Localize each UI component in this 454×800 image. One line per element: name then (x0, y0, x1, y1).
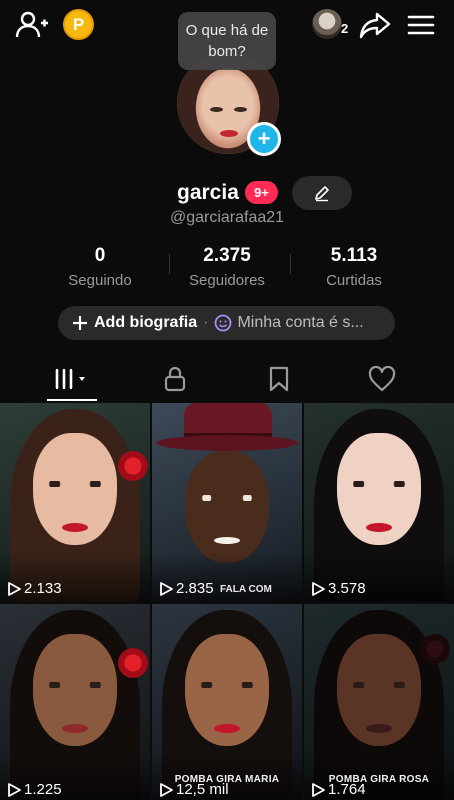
add-user-icon[interactable] (14, 8, 50, 42)
bookmark-icon (269, 366, 289, 392)
video-thumbnail[interactable]: POMBA GIRA ROSA 1.764 (304, 604, 454, 800)
heart-icon (368, 366, 396, 392)
view-count-text: 12,5 mil (176, 781, 229, 798)
avatar-eye (234, 107, 247, 112)
dark-rose-decoration (420, 634, 450, 664)
friends-avatar[interactable] (312, 9, 342, 39)
play-icon (312, 581, 325, 596)
thumb-eyes (350, 481, 408, 487)
rose-decoration (118, 451, 148, 481)
thumb-lips (366, 523, 392, 532)
stat-likes[interactable]: 5.113 Curtidas (294, 245, 414, 289)
thumb-face (185, 451, 269, 563)
view-count-text: 2.835 (176, 580, 214, 597)
video-thumbnail[interactable]: POMBA GIRA MARIA 12,5 mil (152, 604, 302, 800)
stat-label: Seguindo (68, 272, 132, 289)
tab-private[interactable] (145, 358, 205, 400)
tab-saved[interactable] (249, 358, 309, 400)
stat-value: 5.113 (330, 245, 378, 266)
thumb-lips (62, 523, 88, 532)
rose-decoration (118, 648, 148, 678)
edit-profile-button[interactable] (292, 176, 352, 210)
tab-liked[interactable] (352, 358, 412, 400)
play-icon (160, 782, 173, 797)
active-tab-indicator (47, 399, 97, 401)
thumb-eyes (46, 481, 104, 487)
view-count: 2.133 (7, 580, 62, 597)
view-count: 1.225 (7, 781, 62, 798)
thumb-lips (214, 724, 240, 733)
stat-label: Seguidores (189, 272, 265, 289)
play-icon (312, 782, 325, 797)
video-thumbnail[interactable]: FALA COM 2.835 (152, 403, 302, 602)
smile-icon (215, 314, 232, 332)
menu-icon[interactable] (404, 10, 438, 40)
thumb-eyes (350, 682, 408, 688)
view-count: 2.835 (159, 580, 214, 597)
stat-value: 2.375 (203, 245, 251, 266)
stat-following[interactable]: 0 Seguindo (40, 245, 160, 289)
avatar-eye (210, 107, 223, 112)
friend-count: 2 (341, 21, 349, 36)
stat-divider (290, 254, 291, 274)
stat-value: 0 (94, 245, 106, 266)
separator: · (203, 314, 209, 331)
thumb-smile (214, 537, 240, 544)
tab-videos[interactable] (42, 358, 102, 400)
thumb-lips (62, 724, 88, 733)
video-overlay-text: FALA COM (220, 584, 272, 595)
stat-followers[interactable]: 2.375 Seguidores (167, 245, 287, 289)
view-count-text: 1.764 (328, 781, 366, 798)
view-count-text: 1.225 (24, 781, 62, 798)
video-thumbnail[interactable]: 3.578 (304, 403, 454, 602)
status-bubble[interactable]: O que há de bom? (178, 12, 276, 70)
avatar-lips (220, 130, 238, 137)
plus-icon (73, 316, 87, 330)
thumb-eyes (46, 682, 104, 688)
share-icon[interactable] (358, 8, 392, 42)
video-thumbnail[interactable]: 1.225 (0, 604, 150, 800)
view-count-text: 3.578 (328, 580, 366, 597)
view-count: 12,5 mil (159, 781, 229, 798)
thumb-eyes (198, 682, 256, 688)
account-type-label: Minha conta é s... (237, 314, 364, 331)
add-story-button[interactable]: + (247, 122, 281, 156)
view-count-text: 2.133 (24, 580, 62, 597)
grid-icon (55, 369, 85, 389)
play-icon (8, 581, 21, 596)
username: garcia (177, 181, 239, 204)
user-handle: @garciarafaa21 (169, 209, 285, 226)
lock-icon (164, 366, 186, 392)
view-count: 1.764 (311, 781, 366, 798)
hat-brim (156, 435, 298, 451)
add-bio-label: Add biografia (94, 314, 198, 331)
notification-badge[interactable]: 9+ (245, 181, 278, 204)
content-tabs (0, 358, 454, 402)
pencil-icon (315, 186, 329, 202)
thumb-lips (366, 724, 392, 733)
video-thumbnail[interactable]: 2.133 (0, 403, 150, 602)
view-count: 3.578 (311, 580, 366, 597)
stat-label: Curtidas (326, 272, 382, 289)
coin-icon[interactable]: P (63, 9, 94, 40)
bio-pill[interactable]: Add biografia · Minha conta é s... (58, 306, 395, 340)
play-icon (160, 581, 173, 596)
play-icon (8, 782, 21, 797)
thumb-eyes (198, 495, 256, 501)
